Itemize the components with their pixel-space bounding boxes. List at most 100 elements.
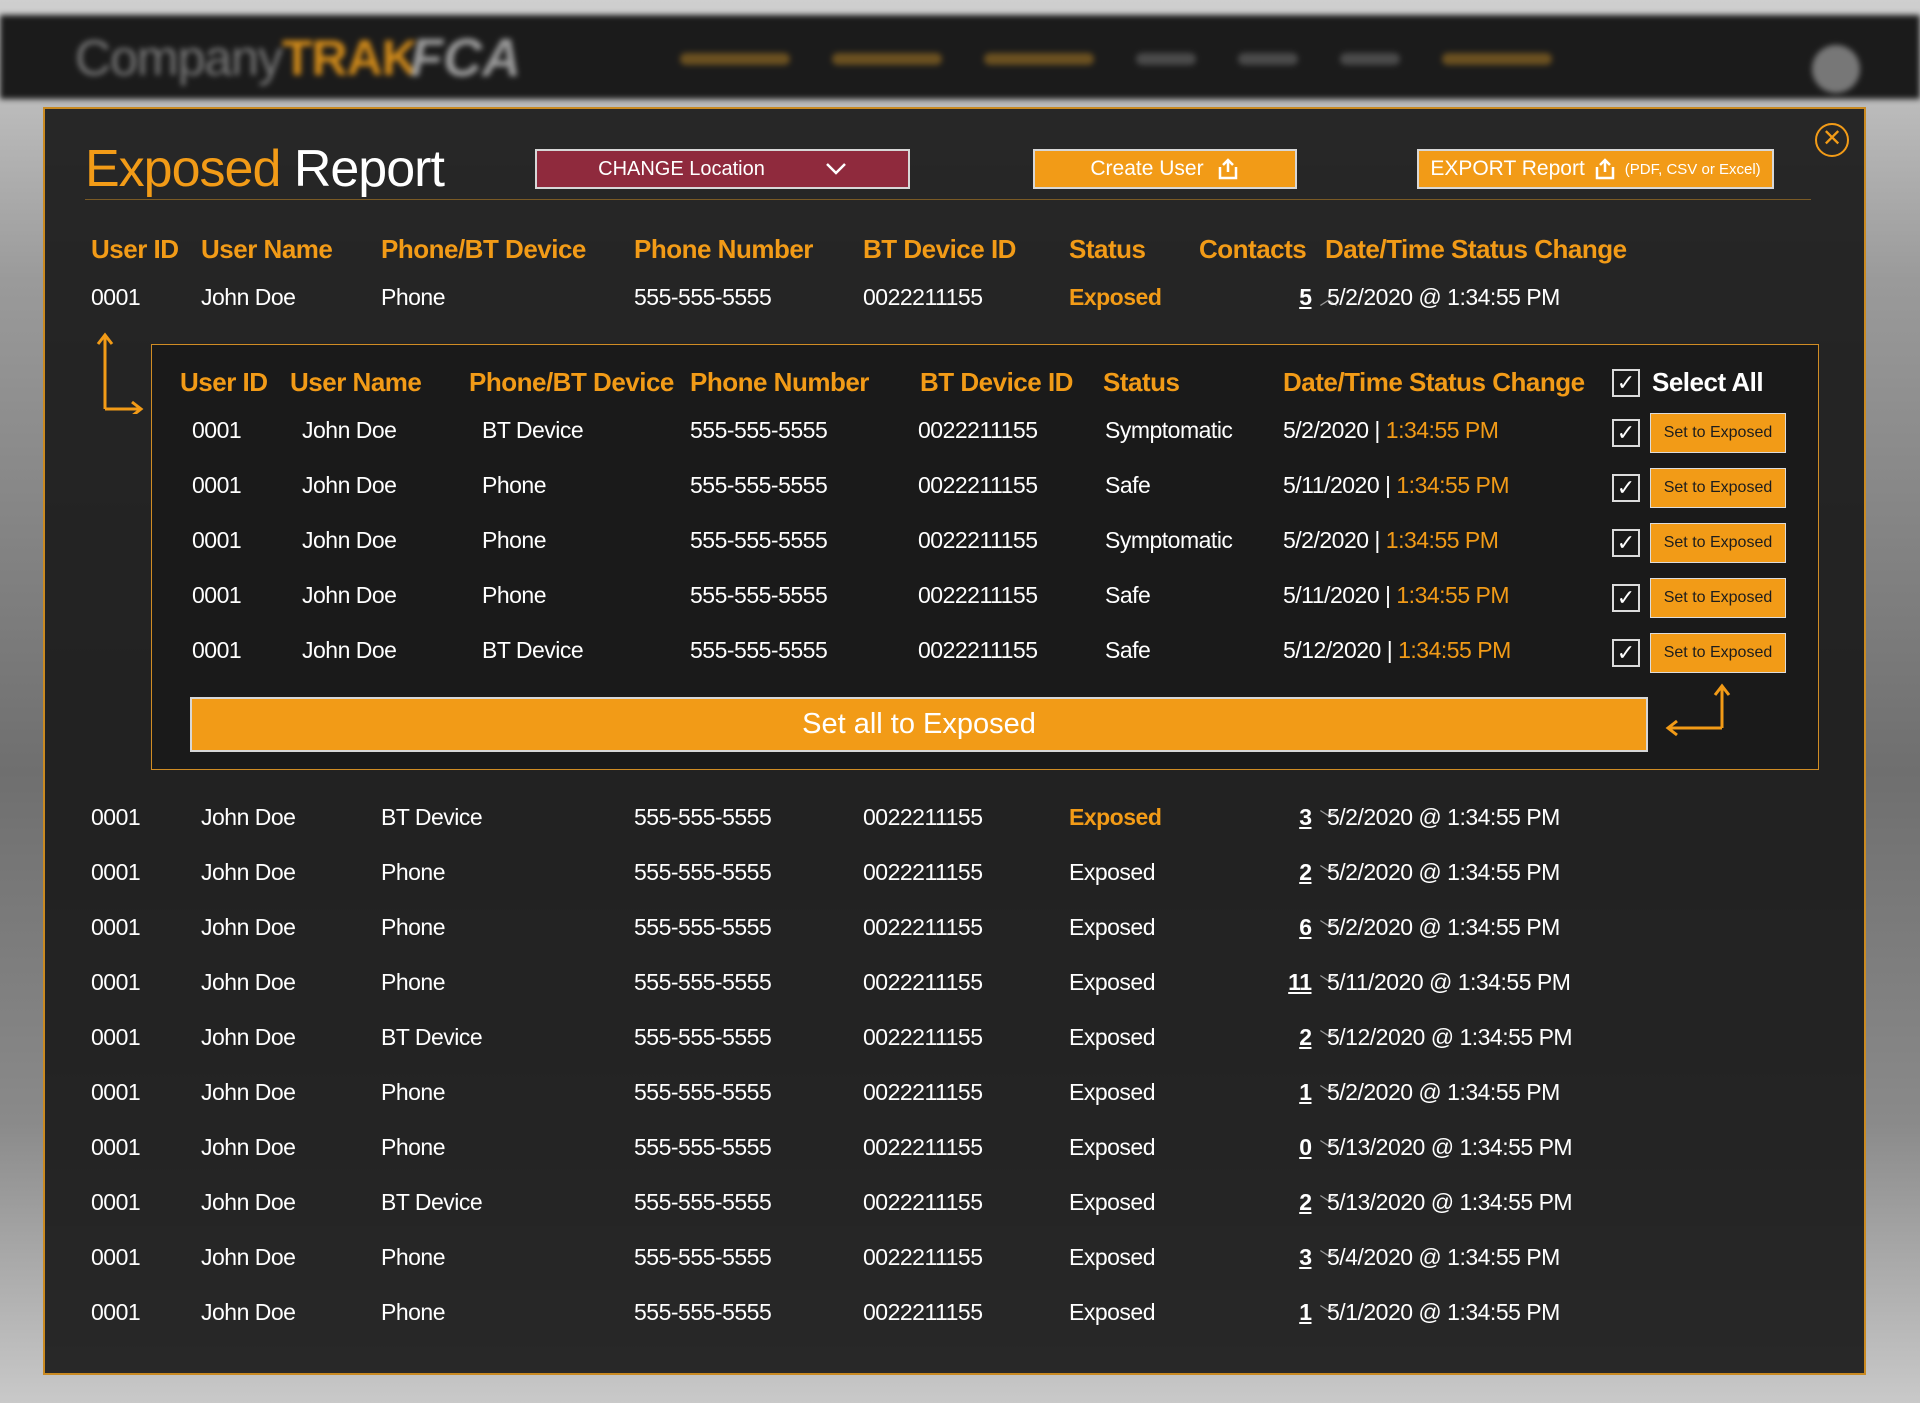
contacts-count[interactable]: 3: [1299, 804, 1312, 830]
bt-device-id-cell: 0022211155: [863, 1079, 983, 1105]
status-change-cell: 5/2/2020 @ 1:34:55 PM: [1327, 804, 1560, 830]
contacts-count[interactable]: 2: [1299, 1189, 1312, 1215]
contacts-count[interactable]: 11: [1288, 969, 1312, 995]
col-user-name[interactable]: User Name: [201, 234, 333, 265]
table-row[interactable]: 0001 John Doe Phone 555-555-5555 0022211155 E…: [45, 1079, 1865, 1119]
row-checkbox[interactable]: ✓: [1612, 639, 1640, 667]
set-to-exposed-button[interactable]: Set to Exposed: [1650, 523, 1786, 563]
status-cell: Safe: [1105, 637, 1151, 663]
contacts-count[interactable]: 3: [1299, 1244, 1312, 1270]
background-nav: [680, 53, 1850, 67]
table-row[interactable]: 0001 John Doe Phone 555-555-5555 0022211155 E…: [45, 969, 1865, 1009]
set-to-exposed-button[interactable]: Set to Exposed: [1650, 468, 1786, 508]
row-checkbox[interactable]: ✓: [1612, 474, 1640, 502]
export-report-button[interactable]: EXPORT Report (PDF, CSV or Excel): [1417, 149, 1774, 189]
status-change-date: 5/11/2020: [1283, 472, 1380, 498]
close-icon[interactable]: ✕: [1815, 123, 1849, 157]
status-cell: Safe: [1105, 472, 1151, 498]
table-row[interactable]: 0001 John Doe BT Device 555-555-5555 0022211…: [45, 1189, 1865, 1229]
table-row[interactable]: 0001 John Doe BT Device 555-555-5555 0022211…: [45, 1024, 1865, 1064]
status-change-time: 1:34:55 PM: [1398, 637, 1511, 663]
select-all-label[interactable]: Select All: [1652, 367, 1764, 398]
status-change-cell: 5/13/2020 @ 1:34:55 PM: [1327, 1134, 1573, 1160]
user-id-cell: 0001: [91, 1244, 141, 1270]
status-change-cell: 5/11/2020 @ 1:34:55 PM: [1327, 969, 1571, 995]
set-all-label: Set all to Exposed: [802, 708, 1036, 740]
status-change-cell: 5/2/2020 @ 1:34:55 PM: [1327, 284, 1560, 310]
status-cell: Exposed: [1069, 969, 1156, 995]
separator: |: [1379, 472, 1397, 498]
sub-col-phone-number[interactable]: Phone Number: [690, 367, 869, 398]
status-change-date: 5/12/2020: [1283, 637, 1381, 663]
user-id-cell: 0001: [91, 284, 141, 310]
table-row[interactable]: 0001 John Doe Phone 555-555-5555 0022211155 E…: [45, 1299, 1865, 1339]
col-status[interactable]: Status: [1069, 234, 1146, 265]
contact-row: 0001 John Doe Phone 555-555-5555 0022211155 S…: [152, 523, 1818, 563]
device-cell: Phone: [381, 1134, 446, 1160]
col-bt-device-id[interactable]: BT Device ID: [863, 234, 1016, 265]
set-to-exposed-button[interactable]: Set to Exposed: [1650, 413, 1786, 453]
table-row[interactable]: 0001 John Doe Phone 555-555-5555 0022211155 E…: [45, 914, 1865, 954]
status-change-time: 1:34:55 PM: [1396, 472, 1510, 498]
contacts-table-header: User ID User Name Phone/BT Device Phone …: [152, 367, 1818, 403]
phone-number-cell: 555-555-5555: [634, 859, 772, 885]
col-phone-number[interactable]: Phone Number: [634, 234, 813, 265]
sub-col-user-id[interactable]: User ID: [180, 367, 268, 398]
device-cell: Phone: [381, 284, 446, 310]
status-cell: Exposed: [1069, 1134, 1156, 1160]
device-cell: Phone: [482, 472, 547, 498]
status-change-date: 5/11/2020: [1283, 582, 1380, 608]
user-id-cell: 0001: [91, 804, 141, 830]
col-status-change[interactable]: Date/Time Status Change: [1325, 234, 1627, 265]
table-row[interactable]: 0001 John Doe Phone 555-555-5555 0022211155 E…: [45, 1244, 1865, 1284]
bt-device-id-cell: 0022211155: [863, 1189, 983, 1215]
contacts-count[interactable]: 2: [1299, 859, 1312, 885]
set-all-exposed-button[interactable]: Set all to Exposed: [190, 697, 1648, 752]
set-to-exposed-button[interactable]: Set to Exposed: [1650, 633, 1786, 673]
create-user-button[interactable]: Create User: [1033, 149, 1297, 189]
col-contacts[interactable]: Contacts: [1199, 234, 1307, 265]
sub-col-device[interactable]: Phone/BT Device: [469, 367, 674, 398]
bt-device-id-cell: 0022211155: [863, 969, 983, 995]
device-cell: BT Device: [482, 417, 584, 443]
title-divider: [85, 199, 1811, 200]
status-change-cell: 5/2/2020 | 1:34:55 PM: [1283, 527, 1499, 554]
col-device[interactable]: Phone/BT Device: [381, 234, 586, 265]
contacts-count[interactable]: 0: [1299, 1134, 1312, 1160]
row-checkbox[interactable]: ✓: [1612, 584, 1640, 612]
col-user-id[interactable]: User ID: [91, 234, 179, 265]
row-checkbox[interactable]: ✓: [1612, 529, 1640, 557]
upload-icon: [1218, 158, 1237, 180]
phone-number-cell: 555-555-5555: [634, 969, 772, 995]
user-name-cell: John Doe: [201, 914, 296, 940]
report-table-header: User ID User Name Phone/BT Device Phone …: [45, 234, 1865, 274]
contacts-count[interactable]: 1: [1299, 1299, 1312, 1325]
sub-col-bt-device-id[interactable]: BT Device ID: [920, 367, 1073, 398]
status-change-cell: 5/2/2020 @ 1:34:55 PM: [1327, 859, 1560, 885]
user-name-cell: John Doe: [302, 527, 397, 553]
status-change-cell: 5/2/2020 @ 1:34:55 PM: [1327, 1079, 1560, 1105]
select-all-checkbox[interactable]: ✓: [1612, 369, 1640, 397]
upload-icon: [1595, 158, 1615, 180]
table-row[interactable]: 0001 John Doe Phone 555-555-5555 0022211155 E…: [45, 859, 1865, 899]
phone-number-cell: 555-555-5555: [634, 1299, 772, 1325]
change-location-button[interactable]: CHANGE Location: [535, 149, 910, 189]
separator: |: [1380, 637, 1399, 663]
contacts-count[interactable]: 5: [1299, 284, 1312, 310]
bt-device-id-cell: 0022211155: [863, 1299, 983, 1325]
sub-col-status-change[interactable]: Date/Time Status Change: [1283, 367, 1585, 398]
contacts-count[interactable]: 1: [1299, 1079, 1312, 1105]
create-user-label: Create User: [1090, 157, 1204, 180]
table-row[interactable]: 0001 John Doe Phone 555-555-5555 0022211155 E…: [45, 284, 1865, 324]
table-row[interactable]: 0001 John Doe BT Device 555-555-5555 0022211…: [45, 804, 1865, 844]
phone-number-cell: 555-555-5555: [634, 1024, 772, 1050]
sub-col-status[interactable]: Status: [1103, 367, 1180, 398]
contacts-count[interactable]: 2: [1299, 1024, 1312, 1050]
user-id-cell: 0001: [91, 914, 141, 940]
set-to-exposed-button[interactable]: Set to Exposed: [1650, 578, 1786, 618]
sub-col-user-name[interactable]: User Name: [290, 367, 422, 398]
table-row[interactable]: 0001 John Doe Phone 555-555-5555 0022211155 E…: [45, 1134, 1865, 1174]
row-checkbox[interactable]: ✓: [1612, 419, 1640, 447]
contacts-count[interactable]: 6: [1299, 914, 1312, 940]
user-name-cell: John Doe: [201, 1024, 296, 1050]
